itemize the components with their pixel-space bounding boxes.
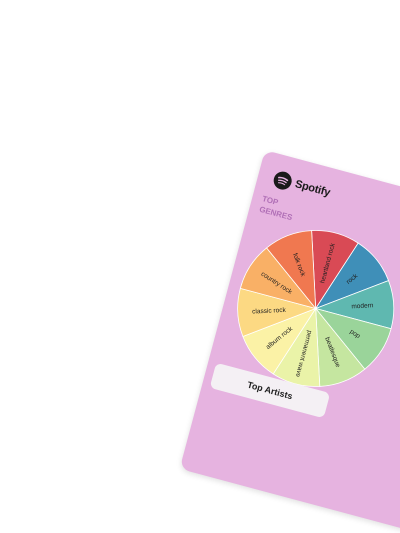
top-genres-card: Spotify TOP GENRES heartland rock rock mod…	[179, 150, 400, 533]
genre-label: modern	[351, 302, 374, 310]
brand-name: Spotify	[293, 178, 332, 200]
spotify-logo-icon	[271, 169, 294, 192]
